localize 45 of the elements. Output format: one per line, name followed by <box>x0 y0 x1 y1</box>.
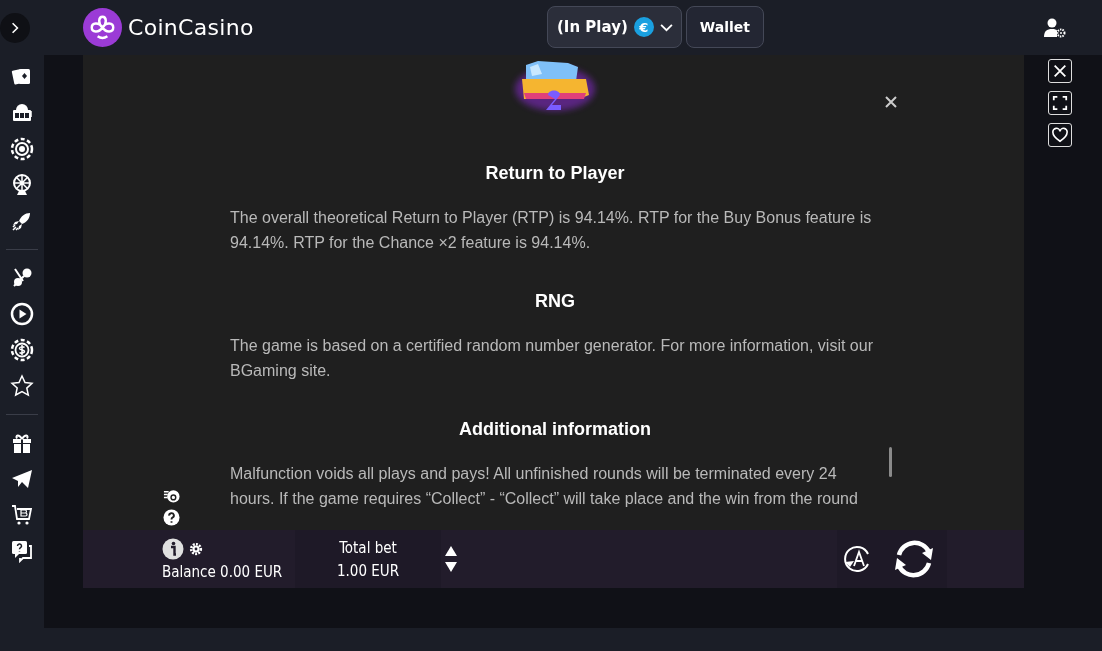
decrease-bet-button[interactable] <box>445 562 457 572</box>
scrollbar[interactable] <box>889 447 892 477</box>
autoplay-button[interactable] <box>837 530 881 588</box>
currency-badge: € <box>633 17 654 37</box>
star-icon[interactable] <box>10 374 34 398</box>
dollar-chip-icon[interactable] <box>10 338 34 362</box>
heart-icon <box>1052 127 1068 143</box>
section-heading: Additional information <box>458 419 652 440</box>
balance-label: (In Play) <box>557 18 628 36</box>
section-heading: RNG <box>534 291 576 312</box>
triangle-down-icon <box>445 562 457 572</box>
coin-stack-icon[interactable] <box>163 487 180 504</box>
balance-text: Balance 0.00 EUR <box>162 562 284 581</box>
section-text: Malfunction voids all plays and pays! All unfinished rounds will be terminated every 24 hours. If the game requires “Collect” - “Collect” will take place and the win from the round <box>230 464 859 509</box>
favorite-button[interactable] <box>1048 123 1072 147</box>
total-bet-value: 1.00 EUR <box>336 561 400 580</box>
info-icon[interactable] <box>162 537 184 560</box>
poker-chip-icon[interactable] <box>10 137 34 161</box>
spin-button[interactable] <box>881 530 947 588</box>
expand-button[interactable] <box>0 12 30 43</box>
close-button[interactable] <box>1048 59 1072 83</box>
balance-button[interactable]: (In Play) € <box>547 6 682 48</box>
increase-bet-button[interactable] <box>445 546 457 556</box>
chevron-down-icon <box>659 22 673 32</box>
close-button[interactable] <box>885 96 897 108</box>
logo-text: CoinCasino <box>128 15 254 40</box>
play-icon[interactable] <box>10 302 34 326</box>
section-text: The game is based on a certified random number generator. For more information, visit our BGaming site. <box>230 336 874 381</box>
total-bet-label: Total bet <box>339 538 397 557</box>
chevron-right-icon <box>11 21 19 34</box>
fullscreen-icon <box>1052 95 1068 111</box>
help-chat-icon[interactable] <box>10 539 34 563</box>
close-icon <box>885 96 897 108</box>
section-text: The overall theoretical Return to Player (RTP) is 94.14%. RTP for the Buy Bonus feature is 94.14%. RTP for the Chance ×2 feature is 94.14%. <box>230 208 873 253</box>
wallet-button[interactable]: Wallet <box>685 6 764 48</box>
help-icon[interactable] <box>163 509 180 526</box>
close-icon <box>1052 63 1068 79</box>
section-heading: Return to Player <box>484 163 626 184</box>
triangle-up-icon <box>445 546 457 556</box>
wheel-icon[interactable] <box>10 173 34 197</box>
shopping-cart-icon[interactable] <box>10 503 34 527</box>
logo-icon <box>83 8 122 47</box>
fullscreen-button[interactable] <box>1048 91 1072 115</box>
user-settings-icon[interactable] <box>1044 17 1066 38</box>
settings-icon[interactable] <box>189 541 203 556</box>
